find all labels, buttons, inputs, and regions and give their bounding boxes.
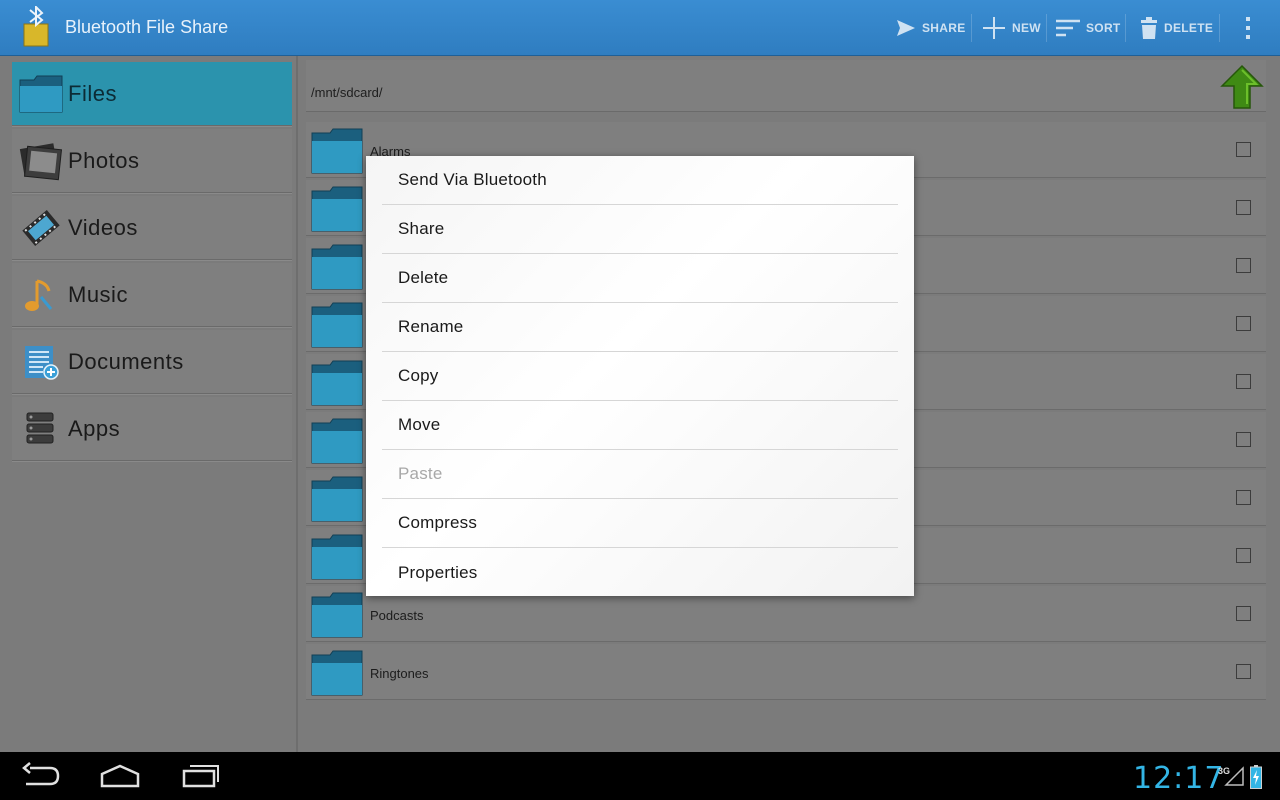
file-row[interactable]: Ringtones [306,644,1266,700]
sidebar-item-files[interactable]: Files [12,62,292,126]
action-bar: Bluetooth File Share SHARE NEW SORT DELE… [0,0,1280,56]
file-checkbox[interactable] [1236,664,1251,679]
new-button-label: NEW [1012,21,1041,35]
sort-icon [1056,19,1080,37]
more-vert-icon [1246,17,1250,39]
home-icon [100,764,140,788]
sort-button-label: SORT [1086,21,1121,35]
sidebar-item-label: Music [68,281,128,307]
divider [971,14,972,42]
system-navigation-bar: 12:17 3G [0,752,1280,800]
folder-icon [310,591,364,639]
film-icon [16,203,66,253]
menu-item-copy[interactable]: Copy [382,352,898,401]
folder-icon [16,69,66,119]
sidebar-item-photos[interactable]: Photos [12,129,292,193]
photos-icon [16,136,66,186]
new-button[interactable]: NEW [982,14,1041,42]
folder-icon [310,475,364,523]
sidebar-item-apps[interactable]: Apps [12,397,292,461]
menu-item-share[interactable]: Share [382,205,898,254]
file-checkbox[interactable] [1236,606,1251,621]
menu-item-send-via-bluetooth[interactable]: Send Via Bluetooth [382,156,898,205]
folder-icon [310,127,364,175]
sort-button[interactable]: SORT [1056,14,1121,42]
status-clock: 12:17 [1133,761,1225,796]
home-button[interactable] [98,762,142,790]
sidebar-item-label: Videos [68,214,138,240]
divider [1046,14,1047,42]
sidebar-item-videos[interactable]: Videos [12,196,292,260]
file-checkbox[interactable] [1236,316,1251,331]
sidebar-item-documents[interactable]: Documents [12,330,292,394]
menu-item-move[interactable]: Move [382,401,898,450]
file-name: Ringtones [370,666,429,681]
signal-strength-icon [1224,766,1244,786]
file-checkbox[interactable] [1236,548,1251,563]
back-icon [22,762,60,786]
divider [1125,14,1126,42]
sidebar-item-label: Photos [68,147,140,173]
folder-icon [310,533,364,581]
divider [1219,14,1220,42]
folder-icon [310,417,364,465]
file-checkbox[interactable] [1236,200,1251,215]
app-title: Bluetooth File Share [65,17,229,37]
arrow-up-icon [1220,64,1264,109]
document-icon [16,337,66,387]
battery-charging-icon [1250,765,1262,789]
file-checkbox[interactable] [1236,142,1251,157]
plus-icon [983,17,1005,39]
file-checkbox[interactable] [1236,490,1251,505]
apps-icon [16,404,66,454]
file-checkbox[interactable] [1236,432,1251,447]
file-checkbox[interactable] [1236,258,1251,273]
folder-icon [310,359,364,407]
menu-item-compress[interactable]: Compress [382,499,898,548]
current-path: /mnt/sdcard/ [311,85,383,100]
trash-icon [1141,17,1157,39]
recent-apps-icon [182,765,219,788]
delete-button[interactable]: DELETE [1140,14,1213,42]
share-button-label: SHARE [922,21,966,35]
music-note-icon [16,270,66,320]
menu-item-rename[interactable]: Rename [382,303,898,352]
context-menu: Send Via Bluetooth Share Delete Rename C… [366,156,914,596]
file-checkbox[interactable] [1236,374,1251,389]
folder-icon [310,649,364,697]
delete-button-label: DELETE [1164,21,1214,35]
sidebar: Files Photos Videos Music Documents Apps [0,56,298,752]
sidebar-item-music[interactable]: Music [12,263,292,327]
up-directory-button[interactable] [1220,64,1264,110]
overflow-menu-button[interactable] [1238,14,1258,42]
sidebar-item-label: Apps [68,415,121,441]
share-button[interactable]: SHARE [896,14,966,42]
folder-icon [310,243,364,291]
menu-item-delete[interactable]: Delete [382,254,898,303]
folder-icon [310,301,364,349]
send-icon [897,20,915,36]
menu-item-paste: Paste [382,450,898,499]
sidebar-item-label: Files [68,80,117,106]
file-name: Podcasts [370,608,424,623]
sidebar-item-label: Documents [68,348,184,374]
path-bar: /mnt/sdcard/ [306,60,1266,112]
back-button[interactable] [20,762,64,790]
menu-item-properties[interactable]: Properties [382,548,898,597]
recent-apps-button[interactable] [180,762,224,790]
bluetooth-folder-icon[interactable] [14,4,58,50]
folder-icon [310,185,364,233]
